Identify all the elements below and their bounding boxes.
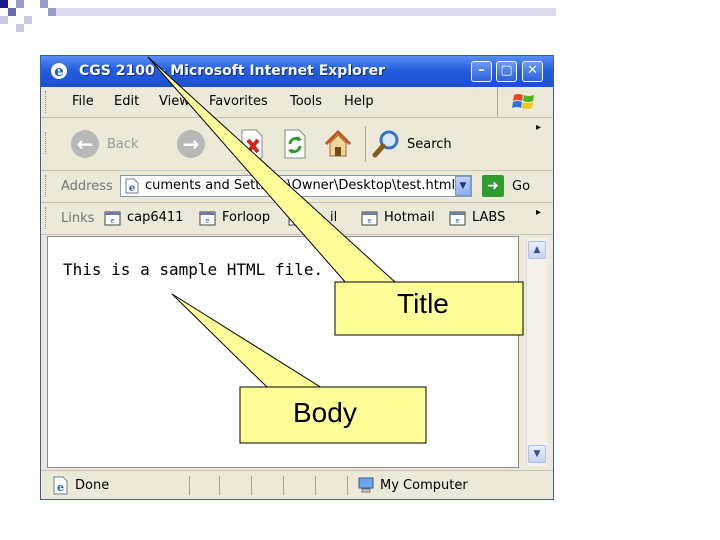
link-page-icon: e xyxy=(449,211,466,226)
status-bar: e Done My Computer xyxy=(41,470,553,499)
link-cap6411[interactable]: cap6411 xyxy=(127,210,183,225)
maximize-button[interactable]: ▢ xyxy=(496,61,517,82)
go-arrow-icon[interactable]: ➜ xyxy=(482,175,504,197)
link-page-icon: e xyxy=(361,211,378,226)
windows-logo-icon xyxy=(512,94,534,109)
security-zone: My Computer xyxy=(380,478,468,493)
ie-logo-icon: e xyxy=(51,62,67,80)
search-icon[interactable] xyxy=(371,128,403,160)
body-callout-label: Body xyxy=(293,397,357,428)
link-page-icon: e xyxy=(288,211,305,226)
my-computer-icon xyxy=(358,477,374,493)
scroll-down-icon[interactable]: ▼ xyxy=(528,445,546,463)
refresh-icon[interactable] xyxy=(279,128,311,160)
home-icon[interactable] xyxy=(322,128,354,160)
search-button[interactable]: Search xyxy=(407,137,452,152)
link-forloop[interactable]: Forloop xyxy=(222,210,270,225)
addressbar-grip[interactable] xyxy=(45,175,49,197)
page-body-text: This is a sample HTML file. xyxy=(63,260,324,279)
svg-text:e: e xyxy=(54,62,64,80)
svg-text:e: e xyxy=(57,481,64,494)
toolbar-separator xyxy=(365,126,366,162)
links-bar: Links e cap6411 e Forloop e il e Hotmail… xyxy=(41,203,553,235)
address-input[interactable]: e cuments and Settings\Owner\Desktop\tes… xyxy=(120,175,472,197)
address-label: Address xyxy=(61,179,113,194)
forward-arrow-icon[interactable]: → xyxy=(177,130,205,158)
links-overflow-chevron-icon[interactable]: ▸ xyxy=(536,207,541,218)
toolbar-overflow-chevron-icon[interactable]: ▸ xyxy=(536,122,541,133)
status-divider xyxy=(219,476,220,495)
title-bar[interactable]: e CGS 2100 - Microsoft Internet Explorer… xyxy=(41,56,553,87)
title-callout-label: Title xyxy=(397,288,449,319)
ie-window: e CGS 2100 - Microsoft Internet Explorer… xyxy=(40,55,554,500)
link-il[interactable]: il xyxy=(330,210,337,225)
linksbar-grip[interactable] xyxy=(45,207,49,229)
status-divider xyxy=(315,476,316,495)
minimize-button[interactable]: – xyxy=(471,61,492,82)
back-button[interactable]: Back xyxy=(107,137,139,152)
slide-decoration xyxy=(0,0,556,32)
status-divider xyxy=(283,476,284,495)
menu-help[interactable]: Help xyxy=(344,94,374,109)
menu-view[interactable]: View xyxy=(159,94,190,109)
status-divider xyxy=(189,476,190,495)
svg-text:e: e xyxy=(205,217,209,225)
status-text: Done xyxy=(75,478,110,493)
close-button[interactable]: ✕ xyxy=(522,61,543,82)
svg-text:e: e xyxy=(367,217,371,225)
link-labs[interactable]: LABS xyxy=(472,210,505,225)
page-icon: e xyxy=(125,178,139,194)
page-content: This is a sample HTML file. xyxy=(47,236,519,468)
svg-text:e: e xyxy=(455,217,459,225)
menubar-grip[interactable] xyxy=(45,91,49,113)
address-dropdown-chevron-down-icon[interactable]: ▼ xyxy=(455,176,471,196)
links-label: Links xyxy=(61,211,95,226)
svg-text:e: e xyxy=(110,217,114,225)
menu-favorites[interactable]: Favorites xyxy=(209,94,268,109)
address-value: cuments and Settings\Owner\Desktop\test.… xyxy=(145,178,456,193)
menu-bar: File Edit View Favorites Tools Help xyxy=(41,87,553,118)
menu-file[interactable]: File xyxy=(72,94,94,109)
link-page-icon: e xyxy=(199,211,216,226)
scroll-up-icon[interactable]: ▲ xyxy=(528,241,546,259)
status-divider xyxy=(347,476,348,495)
link-hotmail[interactable]: Hotmail xyxy=(384,210,435,225)
address-bar: Address e cuments and Settings\Owner\Des… xyxy=(41,171,553,203)
go-button[interactable]: Go xyxy=(512,179,530,194)
menubar-divider xyxy=(497,87,498,117)
status-page-icon: e xyxy=(53,476,68,495)
window-title: CGS 2100 - Microsoft Internet Explorer xyxy=(79,63,386,79)
svg-text:e: e xyxy=(294,217,298,225)
menu-tools[interactable]: Tools xyxy=(290,94,322,109)
link-page-icon: e xyxy=(104,211,121,226)
menu-edit[interactable]: Edit xyxy=(114,94,139,109)
svg-text:e: e xyxy=(129,183,135,194)
toolbar-grip[interactable] xyxy=(45,132,49,154)
back-arrow-icon[interactable]: ← xyxy=(71,130,99,158)
vertical-scrollbar[interactable]: ▲ ▼ xyxy=(526,238,547,466)
stop-icon[interactable] xyxy=(236,128,268,160)
standard-toolbar: ← Back → Search ▸ xyxy=(41,118,553,171)
status-divider xyxy=(251,476,252,495)
